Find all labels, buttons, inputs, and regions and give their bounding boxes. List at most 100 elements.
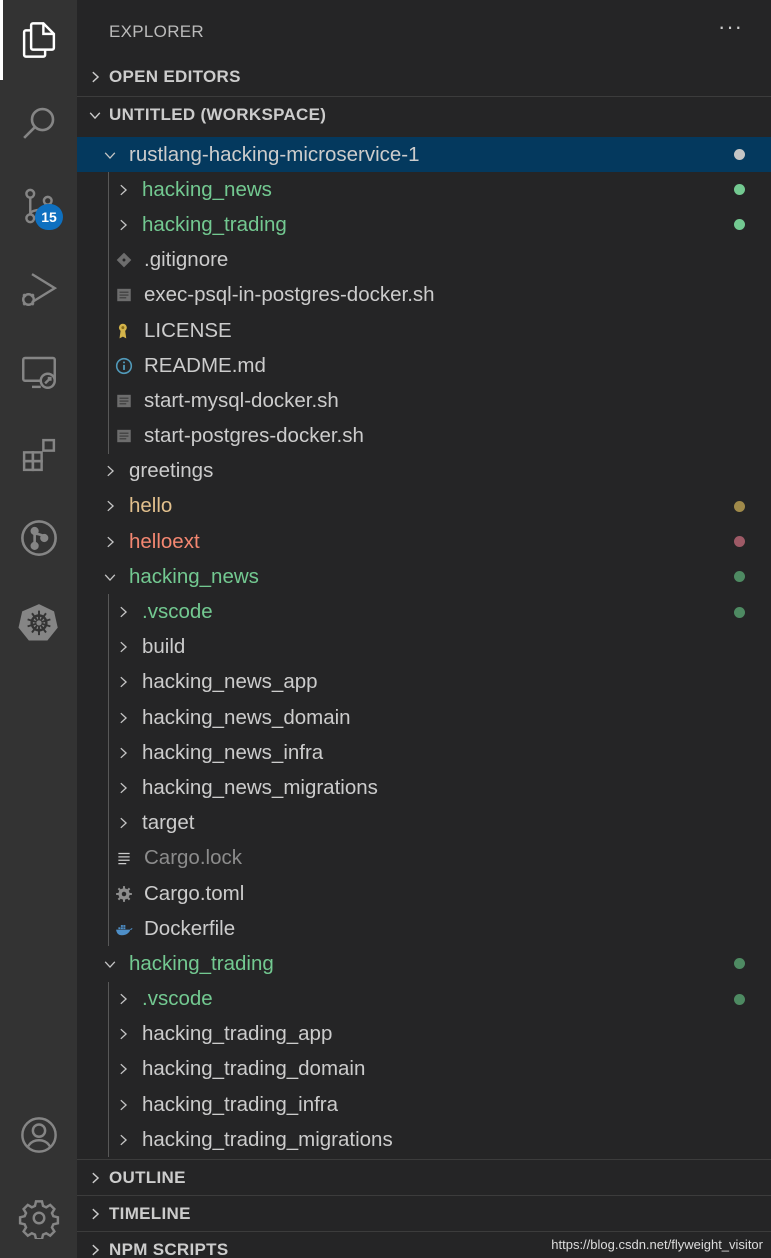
search-icon[interactable] [0, 83, 77, 163]
git-status-dot [734, 571, 745, 583]
section-label: UNTITLED (WORKSPACE) [109, 104, 327, 124]
gear-file-icon [114, 884, 134, 904]
tree-item-label: helloext [129, 529, 200, 553]
chevron-right-icon[interactable] [114, 1096, 132, 1114]
indent-guide [108, 700, 109, 736]
tree-folder[interactable]: greetings [77, 454, 771, 489]
remote-explorer-icon[interactable] [0, 332, 77, 412]
tree-folder[interactable]: hacking_trading_infra [77, 1087, 771, 1123]
tree-item-label: hacking_news_infra [142, 740, 324, 764]
chevron-right-icon[interactable] [101, 462, 119, 480]
tree-folder[interactable]: hacking_news [77, 559, 771, 594]
tree-folder[interactable]: hacking_news_app [77, 664, 771, 700]
tree-file[interactable]: LICENSE [77, 312, 771, 349]
indent-guide [108, 875, 109, 912]
tree-item-label: start-postgres-docker.sh [144, 424, 364, 448]
tree-item-label: hacking_trading [142, 212, 287, 236]
tree-folder[interactable]: .vscode [77, 594, 771, 630]
section-workspace[interactable]: UNTITLED (WORKSPACE) [77, 96, 771, 132]
tree-folder[interactable]: hacking_news_domain [77, 700, 771, 736]
git-icon [114, 250, 134, 270]
account-icon[interactable] [0, 1095, 77, 1175]
section-open-editors[interactable]: OPEN EDITORS [77, 59, 771, 95]
tree-file[interactable]: .gitignore [77, 242, 771, 278]
tree-item-label: LICENSE [144, 318, 232, 342]
tree-item-label: hacking_news [142, 177, 272, 201]
tree-folder[interactable]: hacking_trading_app [77, 1016, 771, 1052]
source-control-badge: 15 [35, 204, 63, 230]
indent-guide [108, 981, 109, 1017]
tree-item-label: hacking_trading [129, 951, 274, 975]
indent-guide [108, 911, 109, 947]
chevron-right-icon[interactable] [114, 181, 132, 199]
section-outline[interactable]: OUTLINE [77, 1159, 771, 1195]
tree-item-label: rustlang-hacking-microservice-1 [129, 142, 420, 166]
section-label: NPM SCRIPTS [109, 1239, 229, 1258]
tree-folder[interactable]: hacking_news_migrations [77, 770, 771, 806]
shell-file-icon [114, 285, 134, 305]
source-control-icon[interactable]: 15 [0, 166, 77, 246]
tree-folder[interactable]: hacking_trading [77, 207, 771, 243]
tree-file[interactable]: start-mysql-docker.sh [77, 383, 771, 419]
chevron-right-icon[interactable] [114, 709, 132, 727]
chevron-right-icon[interactable] [114, 638, 132, 656]
indent-guide [108, 664, 109, 700]
chevron-right-icon[interactable] [114, 779, 132, 797]
chevron-right-icon[interactable] [114, 673, 132, 691]
git-status-dot [734, 536, 745, 548]
explorer-sidebar: EXPLORER ··· OPEN EDITORS UNTITLED (WORK… [77, 0, 771, 1258]
tree-folder[interactable]: .vscode [77, 981, 771, 1017]
tree-item-label: .gitignore [144, 248, 229, 272]
indent-guide [108, 1087, 109, 1123]
chevron-right-icon[interactable] [114, 990, 132, 1008]
tree-folder[interactable]: hacking_news_infra [77, 735, 771, 771]
chevron-right-icon[interactable] [101, 497, 119, 515]
kubernetes-icon[interactable] [0, 582, 77, 662]
extensions-icon[interactable] [0, 415, 77, 495]
tree-item-label: README.md [144, 353, 266, 377]
tree-file[interactable]: Cargo.toml [77, 875, 771, 912]
git-graph-icon[interactable] [0, 498, 77, 578]
git-status-dot [734, 219, 745, 231]
chevron-right-icon[interactable] [114, 216, 132, 234]
tree-item-label: hello [129, 494, 173, 518]
tree-folder[interactable]: hello [77, 489, 771, 524]
chevron-right-icon[interactable] [114, 744, 132, 762]
run-debug-icon[interactable] [0, 249, 77, 329]
tree-file[interactable]: Dockerfile [77, 911, 771, 947]
chevron-right-icon[interactable] [114, 1060, 132, 1078]
license-icon [114, 321, 134, 341]
chevron-down-icon[interactable] [101, 568, 119, 586]
tree-folder[interactable]: hacking_news [77, 172, 771, 208]
chevron-right-icon[interactable] [101, 533, 119, 551]
tree-folder[interactable]: build [77, 629, 771, 665]
tree-item-label: greetings [129, 459, 214, 483]
more-actions-icon[interactable]: ··· [718, 14, 743, 40]
tree-folder[interactable]: target [77, 805, 771, 841]
indent-guide [108, 207, 109, 243]
info-icon [114, 356, 134, 376]
tree-file[interactable]: exec-psql-in-postgres-docker.sh [77, 277, 771, 313]
chevron-right-icon[interactable] [114, 1025, 132, 1043]
chevron-right-icon[interactable] [114, 814, 132, 832]
tree-item-label: hacking_news_domain [142, 705, 351, 729]
settings-gear-icon[interactable] [0, 1178, 77, 1258]
tree-file[interactable]: Cargo.lock [77, 840, 771, 876]
tree-folder[interactable]: hacking_trading_domain [77, 1051, 771, 1088]
tree-file[interactable]: start-postgres-docker.sh [77, 418, 771, 454]
section-timeline[interactable]: TIMELINE [77, 1195, 771, 1231]
chevron-right-icon[interactable] [114, 1131, 132, 1149]
tree-folder[interactable]: hacking_trading_migrations [77, 1122, 771, 1158]
tree-folder[interactable]: hacking_trading [77, 946, 771, 981]
chevron-right-icon[interactable] [114, 603, 132, 621]
tree-folder[interactable]: helloext [77, 524, 771, 559]
indent-guide [108, 172, 109, 208]
tree-folder[interactable]: rustlang-hacking-microservice-1 [77, 137, 771, 173]
chevron-down-icon[interactable] [101, 146, 119, 164]
tree-file[interactable]: README.md [77, 348, 771, 384]
shell-file-icon [114, 391, 134, 411]
indent-guide [108, 348, 109, 384]
explorer-icon[interactable] [0, 0, 77, 80]
chevron-down-icon[interactable] [101, 955, 119, 973]
watermark-text: https://blog.csdn.net/flyweight_visitor [551, 1237, 763, 1252]
